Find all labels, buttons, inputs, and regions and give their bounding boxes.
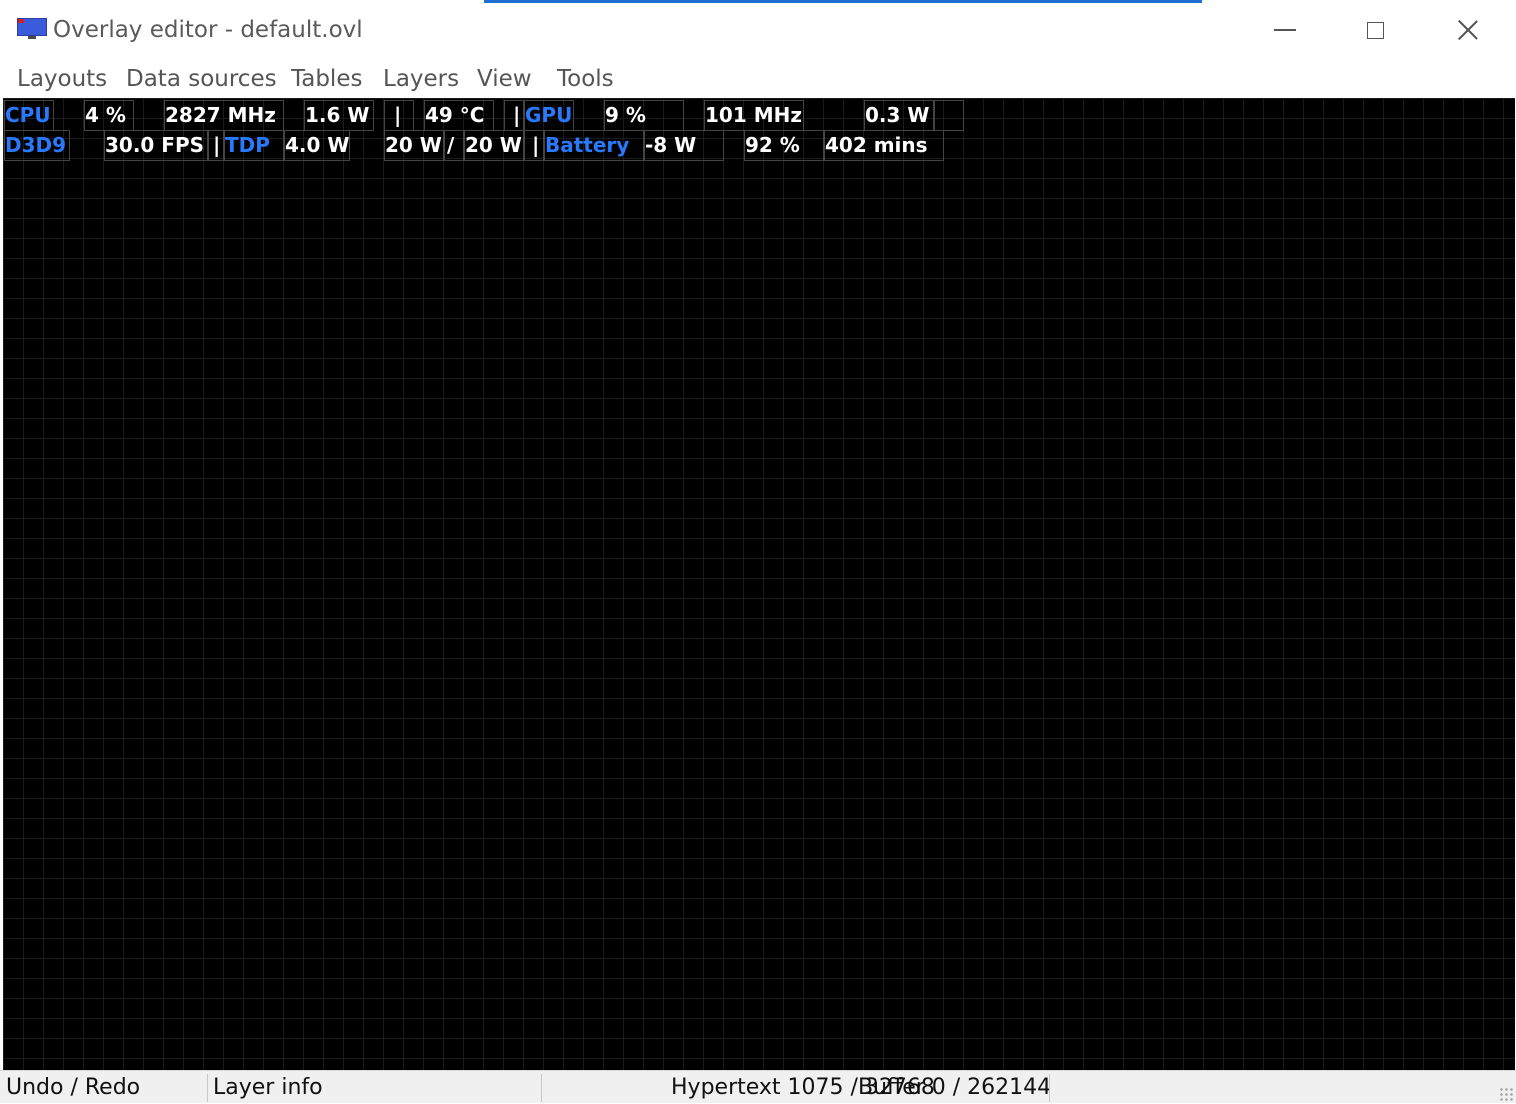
background-window-tab xyxy=(484,0,1202,3)
status-layer-info: Layer info xyxy=(213,1075,323,1100)
overlay-editor-window: Overlay editor - default.ovl Layouts Dat… xyxy=(0,0,1516,1103)
maximize-button[interactable] xyxy=(1352,10,1398,50)
overlay-cell-cpu-label[interactable]: CPU xyxy=(4,100,54,131)
overlay-cell-tdp-slash[interactable]: / xyxy=(444,130,464,161)
overlay-cell-cpu-load[interactable]: 4 % xyxy=(84,100,134,131)
overlay-cell-battery-label[interactable]: Battery xyxy=(544,130,644,161)
status-bar: Undo / Redo Layer info Hypertext 1075 / … xyxy=(0,1070,1516,1103)
status-divider xyxy=(541,1074,542,1102)
overlay-cell-separator[interactable]: | xyxy=(208,130,224,161)
overlay-cell-separator[interactable]: | xyxy=(504,100,524,131)
status-divider xyxy=(207,1074,208,1102)
resize-grip-icon[interactable] xyxy=(1499,1087,1513,1101)
window-title: Overlay editor - default.ovl xyxy=(53,17,363,43)
overlay-cell-battery-percent[interactable]: 92 % xyxy=(744,130,824,161)
overlay-cell-separator[interactable]: | xyxy=(384,100,414,131)
minimize-icon xyxy=(1274,29,1296,31)
status-undo-redo: Undo / Redo xyxy=(6,1075,141,1100)
overlay-cell-tdp-limit[interactable]: 20 W xyxy=(464,130,524,161)
maximize-icon xyxy=(1366,21,1384,39)
overlay-cell-cpu-power[interactable]: 1.6 W xyxy=(304,100,374,131)
status-divider xyxy=(1049,1074,1050,1102)
menu-data-sources[interactable]: Data sources xyxy=(126,66,277,92)
overlay-cell-battery-time[interactable]: 402 mins xyxy=(824,130,944,161)
close-icon xyxy=(1457,19,1479,41)
overlay-cell-gpu-label[interactable]: GPU xyxy=(524,100,574,131)
close-button[interactable] xyxy=(1445,10,1491,50)
menu-layers[interactable]: Layers xyxy=(383,66,459,92)
menu-layouts[interactable]: Layouts xyxy=(17,66,107,92)
overlay-cell-separator[interactable]: | xyxy=(524,130,544,161)
status-buffer: Buffer 0 / 262144 xyxy=(858,1075,1052,1100)
title-bar[interactable]: Overlay editor - default.ovl xyxy=(0,0,1516,62)
overlay-cell-cpu-temp[interactable]: 49 °C xyxy=(424,100,494,131)
overlay-cell-gpu-load[interactable]: 9 % xyxy=(604,100,684,131)
overlay-cell-tdp-label[interactable]: TDP xyxy=(224,130,284,161)
minimize-button[interactable] xyxy=(1262,10,1308,50)
monitor-icon xyxy=(17,18,47,40)
overlay-cell-tdp-current[interactable]: 20 W xyxy=(384,130,444,161)
overlay-cell-gpu-clock[interactable]: 101 MHz xyxy=(704,100,804,131)
overlay-cell-battery-power[interactable]: -8 W xyxy=(644,130,724,161)
overlay-canvas[interactable]: CPU 4 % 2827 MHz 1.6 W | 49 °C | GPU 9 %… xyxy=(3,98,1515,1070)
menu-tools[interactable]: Tools xyxy=(557,66,614,92)
menu-tables[interactable]: Tables xyxy=(291,66,362,92)
overlay-cell-framerate[interactable]: 30.0 FPS xyxy=(104,130,208,161)
menu-view[interactable]: View xyxy=(477,66,532,92)
overlay-cell-gpu-power[interactable]: 0.3 W xyxy=(864,100,934,131)
overlay-cell-empty[interactable] xyxy=(934,100,964,131)
overlay-cell-tdp-power[interactable]: 4.0 W xyxy=(284,130,350,161)
overlay-cell-cpu-clock[interactable]: 2827 MHz xyxy=(164,100,284,131)
menu-bar: Layouts Data sources Tables Layers View … xyxy=(0,62,1516,98)
overlay-cell-d3d9-label[interactable]: D3D9 xyxy=(4,130,70,161)
